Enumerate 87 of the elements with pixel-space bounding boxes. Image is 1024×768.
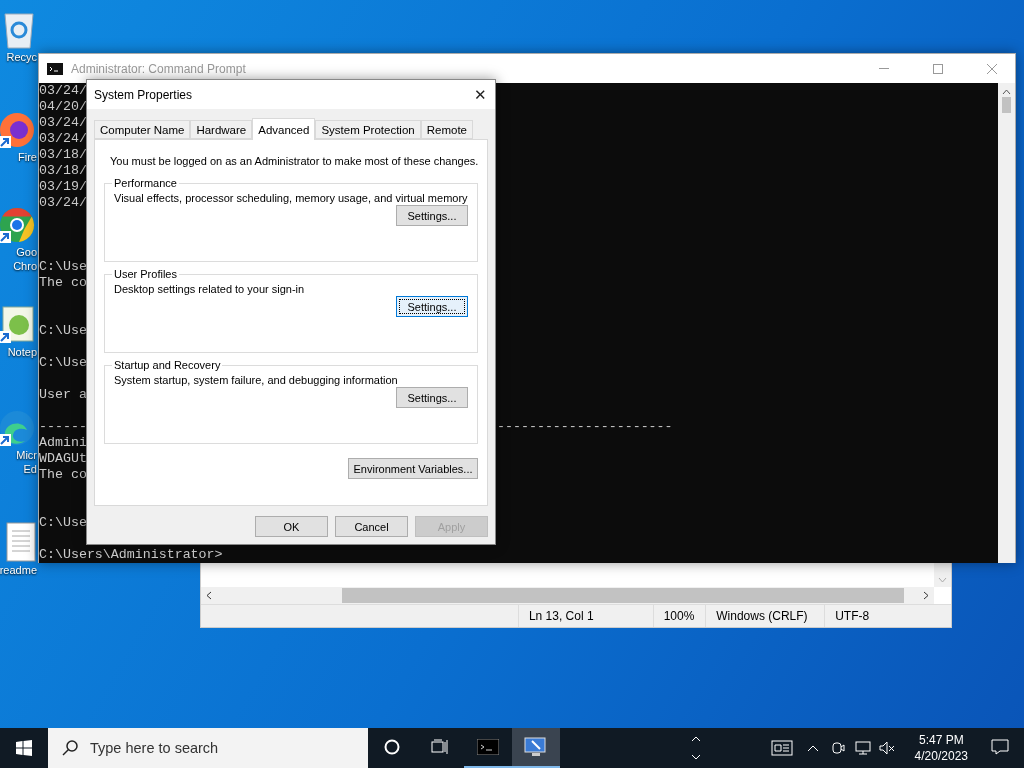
desktop-icon-label[interactable]: Chro	[13, 259, 37, 273]
desktop-icon-label[interactable]: Notep	[7, 345, 37, 359]
desktop-icon-label[interactable]: Ed	[23, 462, 37, 476]
clock[interactable]: 5:47 PM 4/20/2023	[906, 732, 976, 764]
group-title: User Profiles	[113, 268, 178, 280]
news-icon[interactable]	[770, 740, 793, 756]
terminal-icon	[47, 62, 63, 75]
settings-button[interactable]: Settings...	[396, 296, 468, 317]
console-line: The co	[39, 467, 87, 482]
dialog-title: System Properties	[94, 87, 194, 102]
desktop-icon-label[interactable]: Goo	[16, 245, 37, 259]
console-line: C:\Use	[39, 323, 87, 338]
status-text: UTF-8	[835, 609, 870, 623]
scroll-up-icon[interactable]	[1002, 89, 1011, 95]
scroll-thumb[interactable]	[342, 588, 904, 603]
muted-speaker-icon[interactable]	[878, 740, 895, 756]
tab[interactable]: Computer Name	[94, 120, 191, 139]
dialog-button[interactable]: Cancel	[335, 516, 408, 537]
status-text: Ln 13, Col 1	[528, 609, 594, 623]
console-line: ------	[39, 419, 87, 434]
group-title: Performance	[113, 177, 178, 189]
chrome-browser-icon	[0, 205, 37, 245]
desktop-icon-label[interactable]: Fire	[18, 150, 37, 164]
console-line: 03/24/	[39, 115, 87, 130]
console-line: The co	[39, 275, 87, 290]
vertical-scrollbar[interactable]	[934, 562, 951, 587]
console-line: 03/24/	[39, 131, 87, 146]
taskbar-app-button[interactable]	[512, 728, 560, 768]
close-icon[interactable]	[987, 63, 997, 74]
task-view-icon[interactable]	[431, 739, 449, 755]
console-line: 03/19/	[39, 179, 87, 194]
start-windows-icon[interactable]	[16, 740, 32, 756]
window-title: Administrator: Command Prompt	[71, 61, 247, 76]
camera-icon[interactable]	[830, 740, 845, 756]
desktop-icon-label[interactable]: Recyc	[6, 50, 37, 64]
console-line: 03/24/	[39, 83, 87, 98]
circle-icon[interactable]	[384, 739, 400, 755]
scroll-thumb[interactable]	[1002, 97, 1011, 113]
console-line: WDAGUt	[39, 451, 87, 466]
console-line: User a	[39, 387, 87, 402]
close-button[interactable]: ✕	[465, 80, 495, 109]
tab[interactable]: Remote	[420, 120, 473, 139]
status-text: 100%	[663, 609, 695, 623]
desktop-icon-label[interactable]: Micr	[16, 448, 37, 462]
settings-button[interactable]: Settings...	[396, 205, 468, 226]
search-icon	[62, 740, 78, 756]
horizontal-scrollbar[interactable]	[201, 587, 934, 604]
console-line: C:\Use	[39, 515, 87, 530]
maximize-icon[interactable]	[933, 63, 943, 74]
monitor-icon	[524, 737, 548, 757]
group-title: Startup and Recovery	[113, 359, 222, 371]
vertical-scrollbar[interactable]	[998, 83, 1015, 563]
console-line: ----------------------	[497, 419, 673, 435]
date-text: 4/20/2023	[914, 748, 968, 764]
notifications-icon[interactable]	[991, 739, 1009, 755]
group-description: Desktop settings related to your sign-in	[114, 282, 305, 296]
console-line: 03/24/	[39, 195, 87, 210]
scroll-left-icon[interactable]	[206, 591, 212, 600]
console-line: 04/20/	[39, 99, 87, 114]
desktop-icon-label[interactable]: readme	[0, 563, 37, 577]
notepad-app-icon	[0, 305, 37, 345]
status-text: Windows (CRLF)	[716, 609, 808, 623]
terminal-icon	[477, 739, 499, 755]
dialog-button[interactable]: OK	[255, 516, 328, 537]
console-line: 03/18/	[39, 163, 87, 178]
console-line: C:\Use	[39, 259, 87, 274]
tab[interactable]: System Protection	[315, 120, 421, 139]
console-line: Admini	[39, 435, 87, 450]
time-text: 5:47 PM	[918, 732, 964, 748]
console-line: C:\Users\Administrator>	[39, 547, 223, 562]
text-file-icon	[5, 521, 37, 563]
tab[interactable]: Hardware	[190, 120, 253, 139]
chevron-up-icon[interactable]	[806, 744, 819, 752]
search-box[interactable]: Type here to search	[48, 728, 368, 768]
group-description: System startup, system failure, and debugging information	[114, 373, 398, 387]
search-field[interactable]: Type here to search	[88, 739, 368, 757]
network-icon[interactable]	[854, 740, 871, 756]
notice-text: You must be logged on as an Administrator to make most of these changes.	[109, 154, 479, 168]
edge-browser-icon	[0, 408, 37, 448]
console-line: C:\Use	[39, 355, 87, 370]
group-description: Visual effects, processor scheduling, memory usage, and virtual memory	[114, 191, 468, 205]
fox-browser-icon	[0, 110, 37, 150]
tab[interactable]: Advanced	[252, 118, 316, 140]
environment-variables-button[interactable]: Environment Variables...	[348, 458, 478, 479]
scroll-right-icon[interactable]	[923, 591, 929, 600]
settings-button[interactable]: Settings...	[396, 387, 468, 408]
console-line: 03/18/	[39, 147, 87, 162]
